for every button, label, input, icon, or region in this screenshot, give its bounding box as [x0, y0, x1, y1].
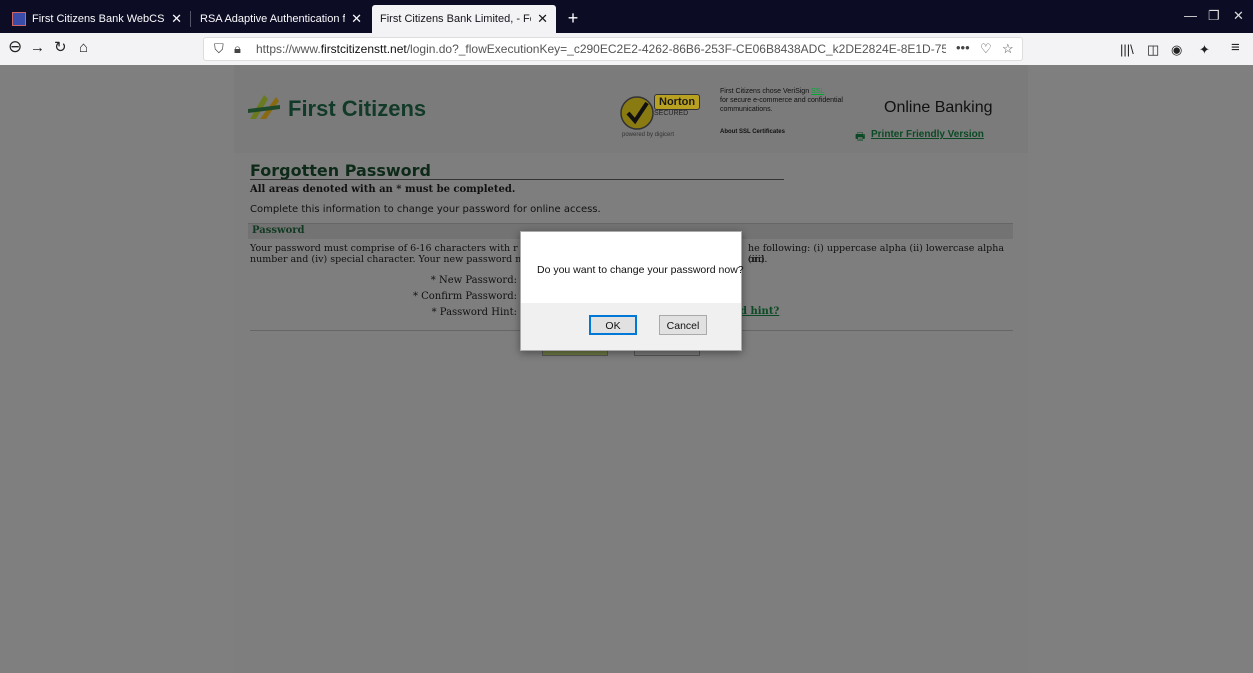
ssl-link[interactable]: SSL [811, 88, 824, 95]
new-tab-icon[interactable]: + [561, 5, 585, 31]
password-hint-label: * Password Hint: [431, 307, 517, 318]
required-note: All areas denoted with an * must be comp… [250, 184, 516, 195]
bank-logo-text: First Citizens [288, 96, 427, 121]
norton-secured: SECURED [654, 110, 689, 117]
page-title: Forgotten Password [250, 161, 431, 180]
tab-separator [190, 11, 191, 27]
account-icon[interactable]: ◉ [1171, 41, 1182, 59]
browser-tab-active[interactable]: First Citizens Bank Limited, - Forgot ✕ [372, 5, 556, 33]
tab-title: First Citizens Bank WebCSR - C [32, 13, 165, 25]
dialog-message: Do you want to change your password now? [537, 264, 744, 276]
page-left-margin [0, 65, 234, 673]
intro-text: Complete this information to change your… [250, 204, 601, 215]
close-icon[interactable]: ✕ [537, 11, 548, 27]
minimize-icon[interactable]: — [1184, 8, 1197, 23]
forward-icon[interactable]: → [30, 39, 45, 57]
dialog-ok-button[interactable]: OK [589, 315, 637, 335]
about-ssl-link[interactable]: About SSL Certificates [720, 129, 785, 135]
norton-powered: powered by digicert [622, 132, 675, 138]
dialog-footer: OK Cancel [521, 303, 741, 350]
new-password-label: * New Password: [430, 275, 517, 286]
section-title: Password [252, 225, 305, 236]
site-header: First Citizens Norton SECURED powered by… [234, 65, 1028, 153]
restore-icon[interactable]: ❐ [1208, 8, 1220, 24]
page-content: First Citizens Norton SECURED powered by… [234, 65, 1028, 673]
menu-icon[interactable]: ≡ [1231, 39, 1240, 57]
reload-icon[interactable]: ↻ [54, 39, 67, 57]
home-icon[interactable]: ⌂ [79, 39, 88, 57]
back-icon[interactable]: ⊖ [8, 38, 22, 56]
extension-icon[interactable]: ✦ [1199, 41, 1210, 59]
library-icon[interactable]: |||\ [1120, 41, 1134, 59]
title-divider [250, 179, 784, 180]
browser-tab[interactable]: First Citizens Bank WebCSR - C ✕ [4, 5, 190, 33]
verisign-note: First Citizens chose VeriSign SSL for sec… [720, 88, 843, 113]
browser-tab-bar: First Citizens Bank WebCSR - C ✕ RSA Ada… [0, 0, 1253, 33]
pocket-icon[interactable]: ♡ [980, 41, 992, 57]
confirm-password-label: * Confirm Password: [412, 291, 517, 302]
browser-nav-bar: ⊖ → ↻ ⌂ ⛉ 🔒︎ https://www.firstcitizenstt… [0, 33, 1253, 66]
url-text[interactable]: https://www.firstcitizenstt.net/login.do… [256, 42, 946, 56]
sidebar-icon[interactable]: ◫ [1147, 41, 1159, 59]
printer-icon[interactable]: 🖶︎ [855, 128, 865, 147]
browser-tab[interactable]: RSA Adaptive Authentication for W ✕ [192, 5, 370, 33]
confirm-dialog: Do you want to change your password now?… [520, 231, 744, 351]
tab-title: RSA Adaptive Authentication for W [200, 13, 346, 25]
url-bar[interactable]: ⛉ 🔒︎ https://www.firstcitizenstt.net/log… [203, 37, 1023, 61]
norton-brand: Norton [654, 94, 701, 110]
close-icon[interactable]: ✕ [171, 11, 182, 27]
page-right-margin [1028, 65, 1253, 673]
window-close-icon[interactable]: ✕ [1233, 8, 1244, 24]
bookmark-star-icon[interactable]: ☆ [1002, 41, 1014, 57]
site-favicon-icon [12, 12, 26, 26]
page-actions-icon[interactable]: ••• [956, 40, 970, 55]
first-citizens-logo-icon [248, 95, 280, 119]
lock-icon[interactable]: 🔒︎ [234, 41, 241, 57]
close-icon[interactable]: ✕ [351, 11, 362, 27]
tab-title: First Citizens Bank Limited, - Forgot [380, 13, 531, 25]
password-hint-link[interactable]: d hint? [740, 306, 779, 317]
online-banking-title: Online Banking [884, 99, 993, 116]
shield-icon[interactable]: ⛉ [214, 41, 224, 57]
printer-friendly-link[interactable]: Printer Friendly Version [871, 129, 984, 140]
dialog-cancel-button[interactable]: Cancel [659, 315, 707, 335]
